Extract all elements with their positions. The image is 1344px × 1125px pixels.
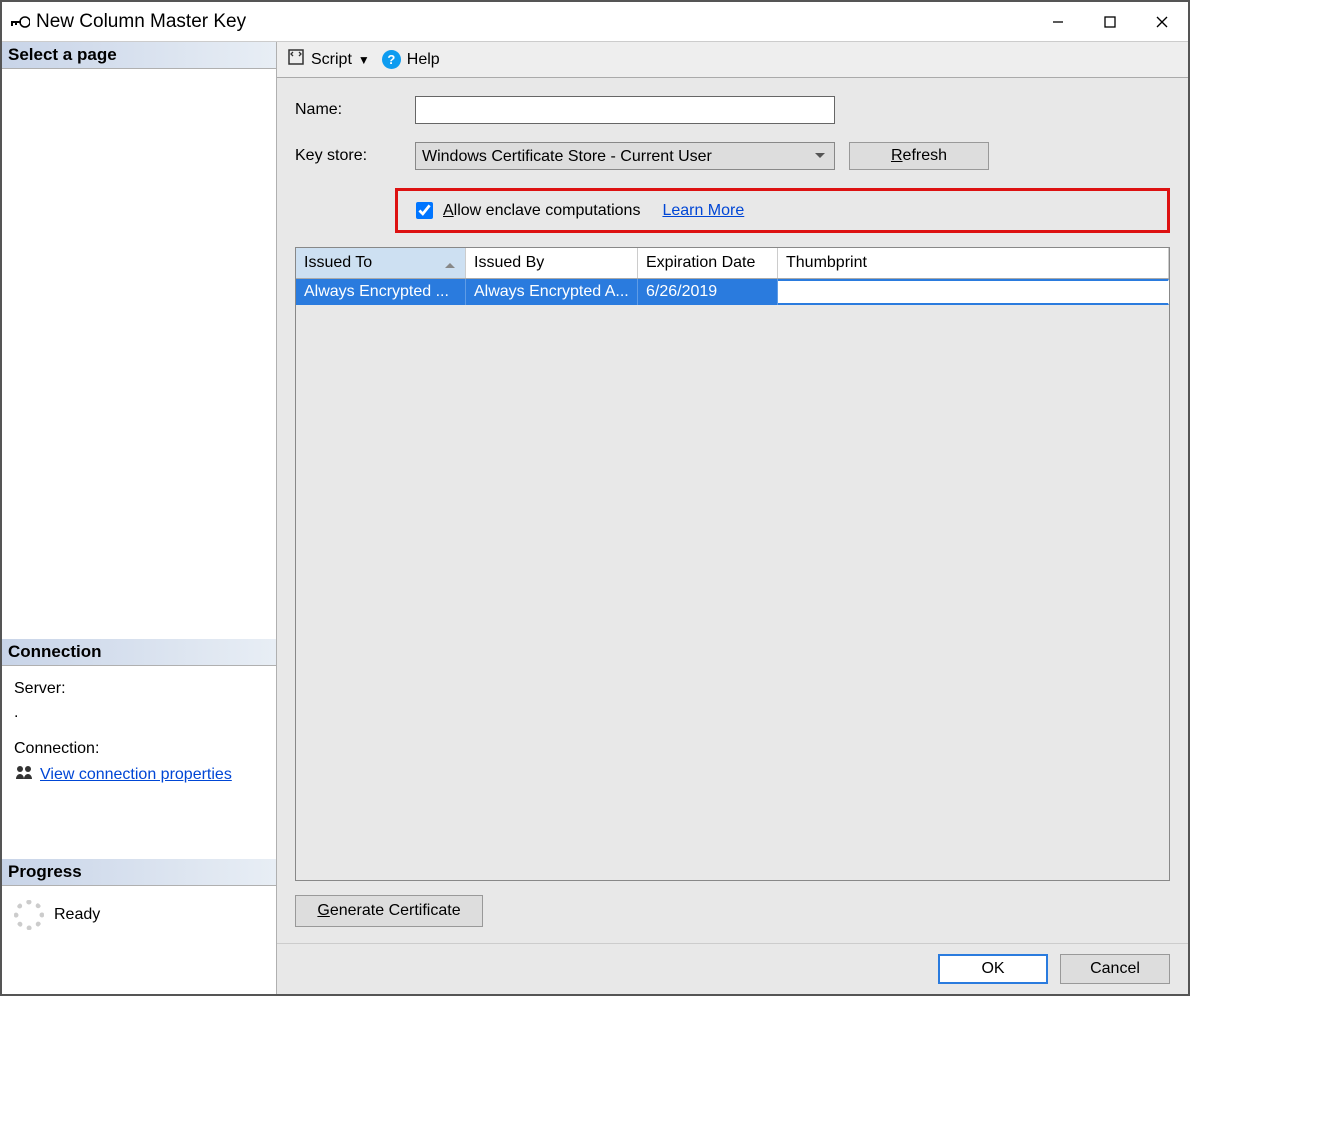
enclave-highlight: Allow enclave computations Learn More [395,188,1170,233]
table-row[interactable]: Always Encrypted ... Always Encrypted A.… [296,279,1169,305]
refresh-button[interactable]: Refresh [849,142,989,170]
keystore-label: Key store: [295,147,415,165]
server-label: Server: [14,680,264,698]
main-body: Name: Key store: Windows Certificate Sto… [277,78,1188,943]
generate-certificate-button[interactable]: Generate Certificate [295,895,483,927]
progress-body: Ready [2,886,276,944]
ok-button[interactable]: OK [938,954,1048,984]
footer: OK Cancel [277,943,1188,994]
sort-asc-icon [445,258,455,268]
progress-head: Progress [2,859,276,886]
key-icon [10,15,30,29]
view-connection-properties-link[interactable]: View connection properties [40,766,232,784]
col-issued-by[interactable]: Issued By [466,248,638,278]
close-button[interactable] [1136,3,1188,41]
toolbar: Script ▼ ? Help [277,42,1188,78]
name-label: Name: [295,101,415,119]
connection-head: Connection [2,639,276,666]
main-panel: Script ▼ ? Help Name: Key store: Windows… [277,42,1188,994]
server-value: . [14,704,264,722]
refresh-rest: efresh [903,147,947,164]
minimize-button[interactable] [1032,3,1084,41]
script-icon [287,48,305,71]
certificates-grid[interactable]: Issued To Issued By Expiration Date Thum… [295,247,1170,881]
script-button[interactable]: Script [311,51,352,69]
titlebar: New Column Master Key [2,2,1188,42]
help-icon: ? [382,50,401,69]
enclave-label[interactable]: Allow enclave computations [412,199,640,222]
learn-more-link[interactable]: Learn More [662,202,744,220]
cell-issued-by: Always Encrypted A... [466,279,638,305]
cell-expiration: 6/26/2019 [638,279,778,305]
content: Select a page Connection Server: . Conne… [2,42,1188,994]
col-expiration[interactable]: Expiration Date [638,248,778,278]
sidebar: Select a page Connection Server: . Conne… [2,42,277,994]
spinner-icon [14,900,44,930]
cell-thumbprint [778,279,1169,305]
window-controls [1032,3,1188,41]
script-caret-icon[interactable]: ▼ [358,53,370,67]
people-icon [14,764,34,785]
progress-status: Ready [54,906,100,924]
grid-header: Issued To Issued By Expiration Date Thum… [296,248,1169,279]
keystore-select[interactable]: Windows Certificate Store - Current User [415,142,835,170]
connection-body: Server: . Connection: View connection pr… [2,666,276,799]
cell-issued-to: Always Encrypted ... [296,279,466,305]
enclave-checkbox[interactable] [416,202,433,219]
col-issued-to[interactable]: Issued To [296,248,466,278]
window-title: New Column Master Key [36,11,246,33]
help-button[interactable]: Help [407,51,440,69]
name-input[interactable] [415,96,835,124]
connection-label: Connection: [14,740,264,758]
select-page-head: Select a page [2,42,276,69]
dialog-window: New Column Master Key Select a page Conn… [0,0,1190,996]
page-list [2,69,276,639]
maximize-button[interactable] [1084,3,1136,41]
cancel-button[interactable]: Cancel [1060,954,1170,984]
col-thumbprint[interactable]: Thumbprint [778,248,1169,278]
